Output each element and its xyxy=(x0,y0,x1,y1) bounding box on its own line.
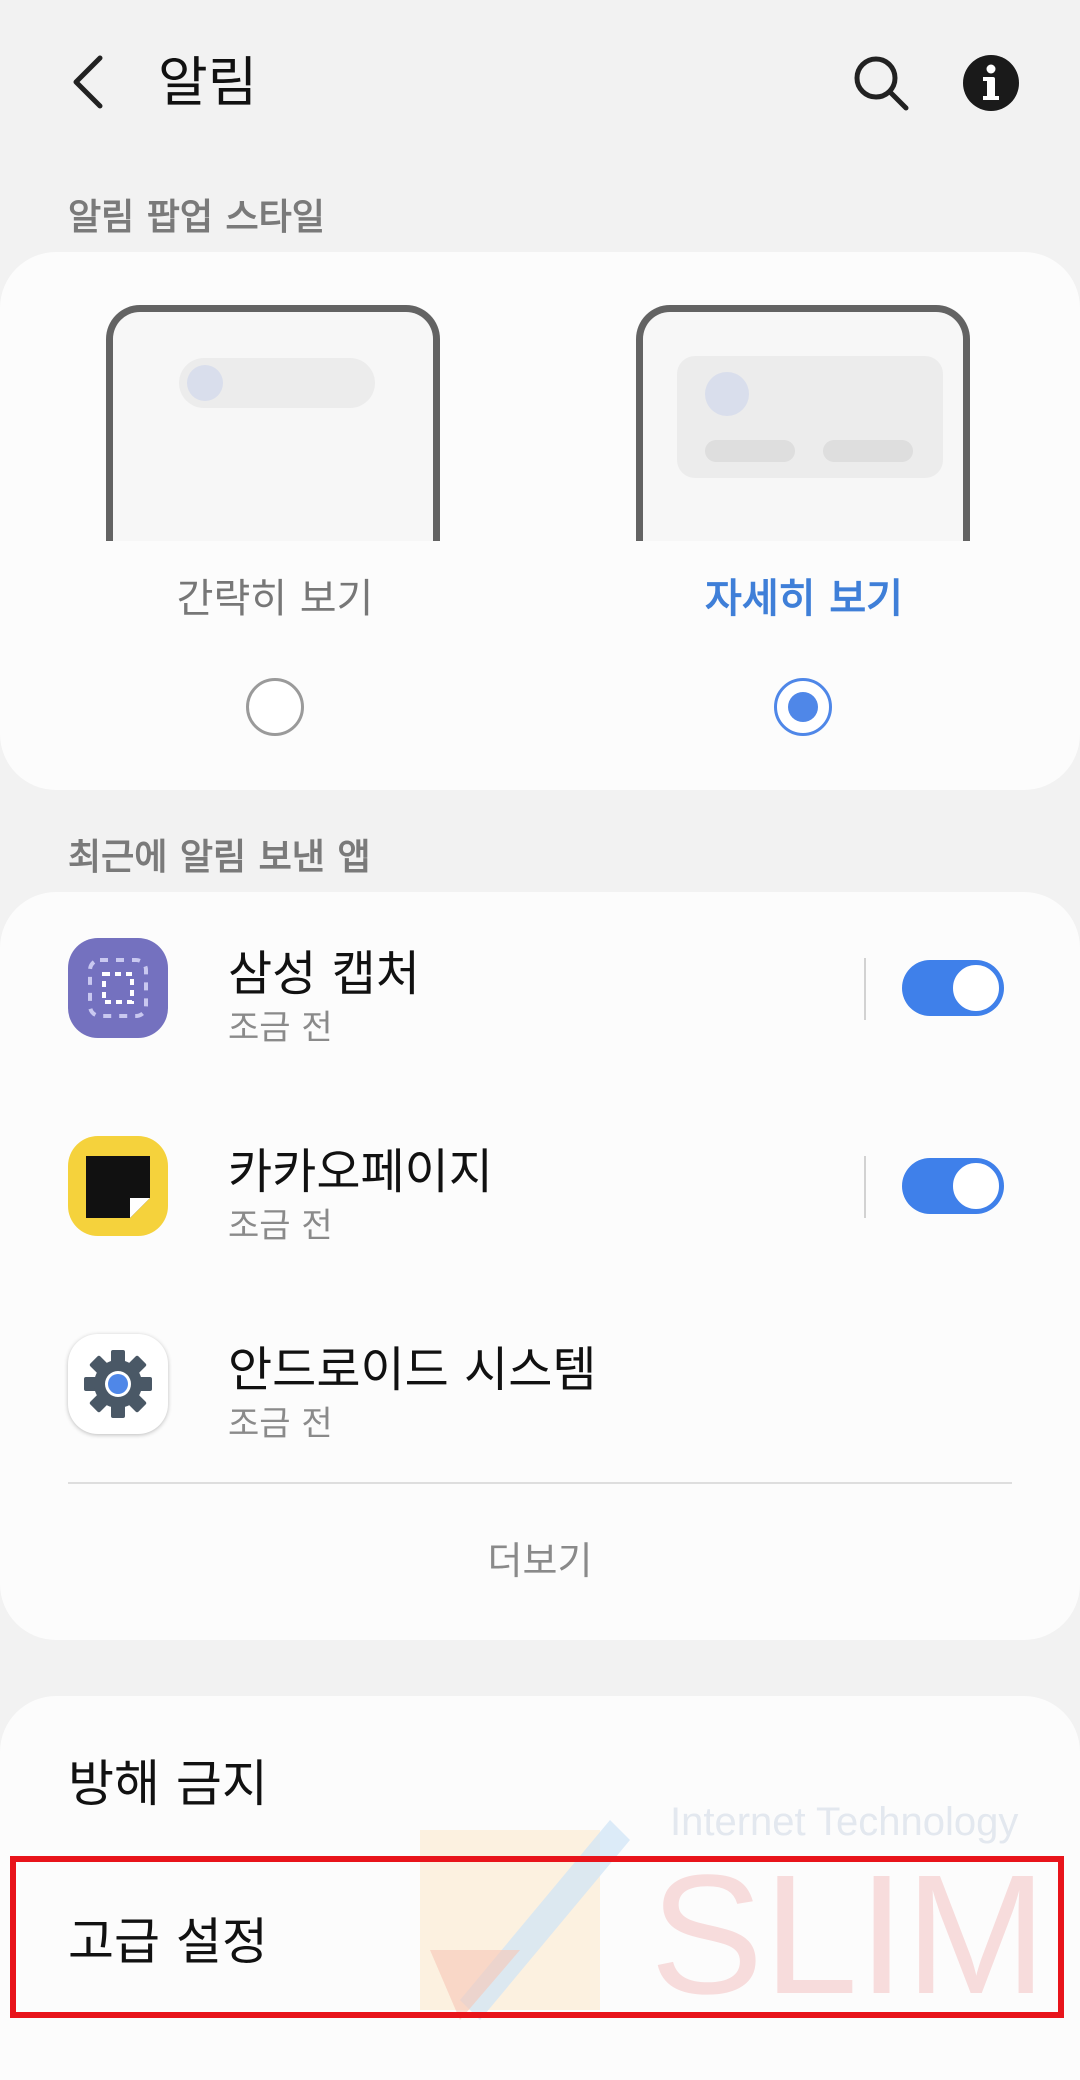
brief-view-label[interactable]: 간략히 보기 xyxy=(75,566,475,624)
detailed-view-label[interactable]: 자세히 보기 xyxy=(604,566,1004,624)
toggle-samsung-capture[interactable] xyxy=(902,960,1004,1016)
divider xyxy=(864,1156,866,1218)
app-name: 카카오페이지 xyxy=(228,1144,493,1200)
divider xyxy=(864,958,866,1020)
toggle-kakaopage[interactable] xyxy=(902,1158,1004,1214)
app-time: 조금 전 xyxy=(228,1206,333,1246)
info-button[interactable] xyxy=(960,52,1022,114)
app-time: 조금 전 xyxy=(228,1008,333,1048)
app-name: 안드로이드 시스템 xyxy=(228,1342,597,1398)
detailed-view-radio[interactable] xyxy=(774,678,832,736)
watermark-line1: Internet Technology xyxy=(670,1800,1019,1844)
app-row-samsung-capture[interactable]: 삼성 캡처 조금 전 xyxy=(0,900,1080,1080)
search-icon xyxy=(854,56,909,111)
section-label-recent-apps: 최근에 알림 보낸 앱 xyxy=(68,837,371,878)
brief-view-radio[interactable] xyxy=(246,678,304,736)
app-name: 삼성 캡처 xyxy=(228,946,420,1002)
search-button[interactable] xyxy=(850,52,912,114)
divider xyxy=(68,1482,1012,1484)
app-row-kakaopage[interactable]: 카카오페이지 조금 전 xyxy=(0,1098,1080,1278)
page-title: 알림 xyxy=(158,51,258,114)
brief-preview-bar xyxy=(179,358,375,408)
screenshot-capture-icon xyxy=(68,938,168,1038)
detailed-preview[interactable] xyxy=(636,305,970,541)
info-icon xyxy=(963,55,1019,111)
do-not-disturb-item[interactable]: 방해 금지 xyxy=(68,1744,268,1816)
text-placeholder xyxy=(823,440,913,462)
highlight-box xyxy=(10,1856,1064,2018)
more-button[interactable]: 더보기 xyxy=(0,1530,1080,1585)
chevron-left-icon xyxy=(73,55,103,109)
back-button[interactable] xyxy=(62,52,122,112)
avatar-placeholder xyxy=(187,365,223,401)
text-placeholder xyxy=(705,440,795,462)
detailed-preview-card xyxy=(677,356,943,478)
gear-icon xyxy=(68,1334,168,1434)
avatar-placeholder xyxy=(705,372,749,416)
kakaopage-icon xyxy=(68,1136,168,1236)
app-time: 조금 전 xyxy=(228,1404,333,1444)
brief-preview[interactable] xyxy=(106,305,440,541)
app-row-android-system[interactable]: 안드로이드 시스템 조금 전 xyxy=(0,1296,1080,1476)
section-label-popup-style: 알림 팝업 스타일 xyxy=(68,197,325,238)
app-bar: 알림 xyxy=(0,0,1080,170)
